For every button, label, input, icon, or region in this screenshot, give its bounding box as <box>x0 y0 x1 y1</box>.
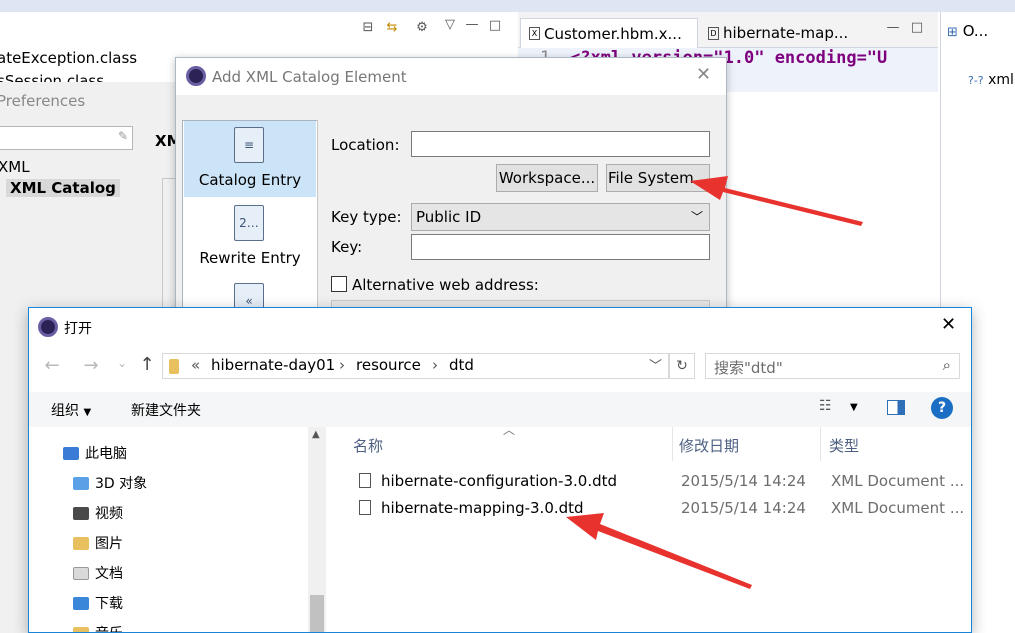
annotation-arrow-mapping-dtd <box>566 513 752 589</box>
